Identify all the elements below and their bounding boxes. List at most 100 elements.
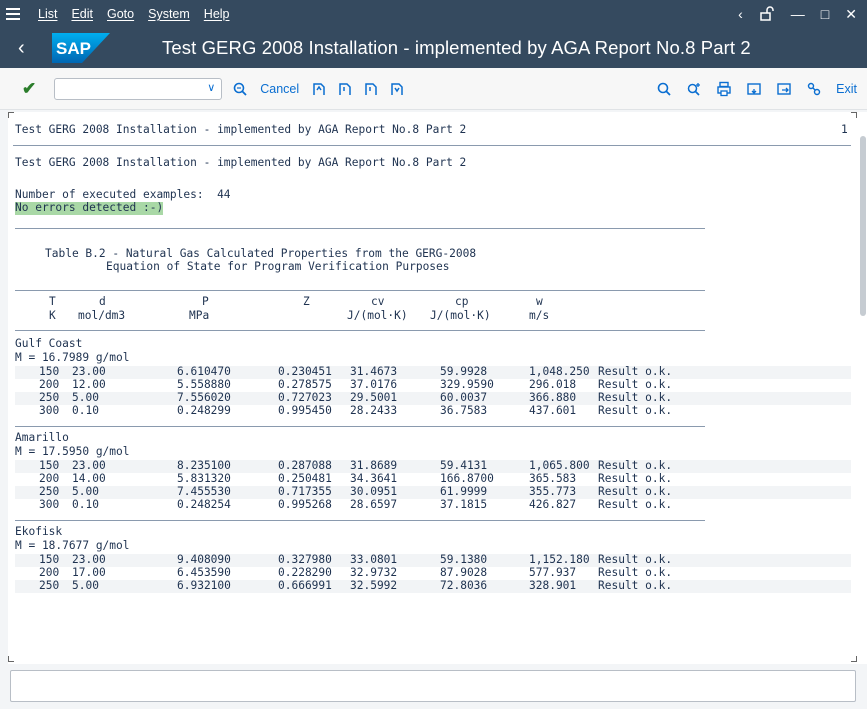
frame-corner <box>8 112 14 118</box>
table-row: 200 12.00 5.558880 0.278575 37.0176 329.9590 2… <box>15 378 851 392</box>
vertical-scrollbar[interactable] <box>859 112 867 664</box>
table-cell: 0.248254 <box>177 498 231 511</box>
table-cell: 32.9732 <box>350 566 398 579</box>
toolbar: ✔ ∨ Cancel Exit <box>0 68 867 110</box>
maximize-icon[interactable]: □ <box>821 6 829 22</box>
menu-list[interactable]: List <box>38 7 57 21</box>
divider <box>15 520 705 521</box>
table-cell: 150 <box>39 459 60 472</box>
table-cell: 5.558880 <box>177 378 231 391</box>
scrollbar-thumb[interactable] <box>860 136 866 316</box>
table-cell: 0.327980 <box>278 553 332 566</box>
table-row: 150 23.00 6.610470 0.230451 31.4673 59.9928 1,… <box>15 365 851 379</box>
table-row: 150 23.00 9.408090 0.327980 33.0801 59.1380 1,… <box>15 553 851 567</box>
table-cell: 6.453590 <box>177 566 231 579</box>
table-cell: Result o.k. <box>598 579 673 592</box>
table-row: 250 5.00 7.556020 0.727023 29.5001 60.0037 366… <box>15 391 851 405</box>
table-cell: 28.2433 <box>350 404 398 417</box>
minimize-icon[interactable]: — <box>791 6 805 22</box>
table-cell: 33.0801 <box>350 553 398 566</box>
back-icon[interactable]: ‹ <box>18 37 48 60</box>
table-cell: 29.5001 <box>350 391 398 404</box>
table-cell: 426.827 <box>529 498 577 511</box>
col-unit-cv: J/(mol·K) <box>347 309 408 322</box>
table-row: 300 0.10 0.248254 0.995268 28.6597 37.1815 426… <box>15 498 851 512</box>
table-cell: 1,048.250 <box>529 365 590 378</box>
divider <box>15 426 705 427</box>
table-cell: 36.7583 <box>440 404 488 417</box>
last-page-icon[interactable] <box>389 81 405 97</box>
table-cell: 31.4673 <box>350 365 398 378</box>
divider <box>15 330 705 331</box>
status-area <box>0 664 867 709</box>
unlock-icon[interactable] <box>759 5 775 24</box>
table-cell: 0.248299 <box>177 404 231 417</box>
menu-edit[interactable]: Edit <box>71 7 93 21</box>
table-cell: 5.00 <box>72 485 99 498</box>
previous-page-icon[interactable] <box>337 81 353 97</box>
table-row: 200 14.00 5.831320 0.250481 34.3641 166.8700 3… <box>15 472 851 486</box>
table-title: Table B.2 - Natural Gas Calculated Prope… <box>45 247 477 260</box>
table-cell: 0.287088 <box>278 459 332 472</box>
print-icon[interactable] <box>716 81 732 97</box>
close-icon[interactable]: ✕ <box>845 6 857 23</box>
collapse-left-icon[interactable]: ‹ <box>738 6 743 22</box>
table-row: 200 17.00 6.453590 0.228290 32.9732 87.9028 57… <box>15 566 851 580</box>
table-cell: 250 <box>39 579 60 592</box>
table-cell: 28.6597 <box>350 498 398 511</box>
group-name: Gulf Coast <box>15 337 83 350</box>
table-cell: 0.228290 <box>278 566 332 579</box>
table-cell: Result o.k. <box>598 365 673 378</box>
frame-corner <box>851 112 857 118</box>
search-icon[interactable] <box>656 81 672 97</box>
col-header-cv: cv <box>371 295 385 308</box>
sap-logo: SAP <box>52 33 110 63</box>
command-field[interactable]: ∨ <box>54 77 223 100</box>
first-page-icon[interactable] <box>311 81 327 97</box>
molar-mass: M = 17.5950 g/mol <box>15 445 130 458</box>
cancel-button[interactable]: Cancel <box>260 82 299 96</box>
frame-corner <box>8 656 14 662</box>
table-cell: 59.1380 <box>440 553 488 566</box>
table-cell: 59.4131 <box>440 459 488 472</box>
table-cell: 23.00 <box>72 553 106 566</box>
footer-input[interactable] <box>10 670 856 702</box>
table-row: 300 0.10 0.248299 0.995450 28.2433 36.7583 437… <box>15 404 851 418</box>
table-cell: 37.1815 <box>440 498 488 511</box>
table-cell: 0.995450 <box>278 404 332 417</box>
hamburger-menu-icon[interactable] <box>6 8 26 20</box>
menu-help[interactable]: Help <box>204 7 230 21</box>
table-cell: 365.583 <box>529 472 577 485</box>
table-cell: 437.601 <box>529 404 577 417</box>
table-cell: 7.556020 <box>177 391 231 404</box>
table-cell: 200 <box>39 472 60 485</box>
export-icon[interactable] <box>776 81 792 97</box>
chevron-down-icon[interactable]: ∨ <box>207 81 215 94</box>
menu-system[interactable]: System <box>148 7 190 21</box>
menu-goto[interactable]: Goto <box>107 7 134 21</box>
enter-check-icon[interactable]: ✔ <box>22 79 36 99</box>
table-cell: 1,065.800 <box>529 459 590 472</box>
table-cell: 14.00 <box>72 472 106 485</box>
save-local-icon[interactable] <box>746 81 762 97</box>
table-cell: 355.773 <box>529 485 577 498</box>
table-cell: 150 <box>39 365 60 378</box>
table-cell: 72.8036 <box>440 579 488 592</box>
list-header: Test GERG 2008 Installation - implemente… <box>15 123 467 136</box>
table-cell: 366.880 <box>529 391 577 404</box>
table-cell: 60.0037 <box>440 391 488 404</box>
command-input[interactable] <box>55 78 186 99</box>
group-name: Ekofisk <box>15 525 63 538</box>
table-cell: 250 <box>39 391 60 404</box>
table-cell: Result o.k. <box>598 553 673 566</box>
table-cell: 23.00 <box>72 365 106 378</box>
table-cell: 0.250481 <box>278 472 332 485</box>
col-unit-t: K <box>49 309 56 322</box>
col-unit-d: mol/dm3 <box>78 309 126 322</box>
table-cell: Result o.k. <box>598 472 673 485</box>
exit-button[interactable]: Exit <box>836 82 857 96</box>
search-next-icon[interactable] <box>686 81 702 97</box>
next-page-icon[interactable] <box>363 81 379 97</box>
settings-icon[interactable] <box>806 81 822 97</box>
zoom-icon[interactable] <box>232 81 248 97</box>
